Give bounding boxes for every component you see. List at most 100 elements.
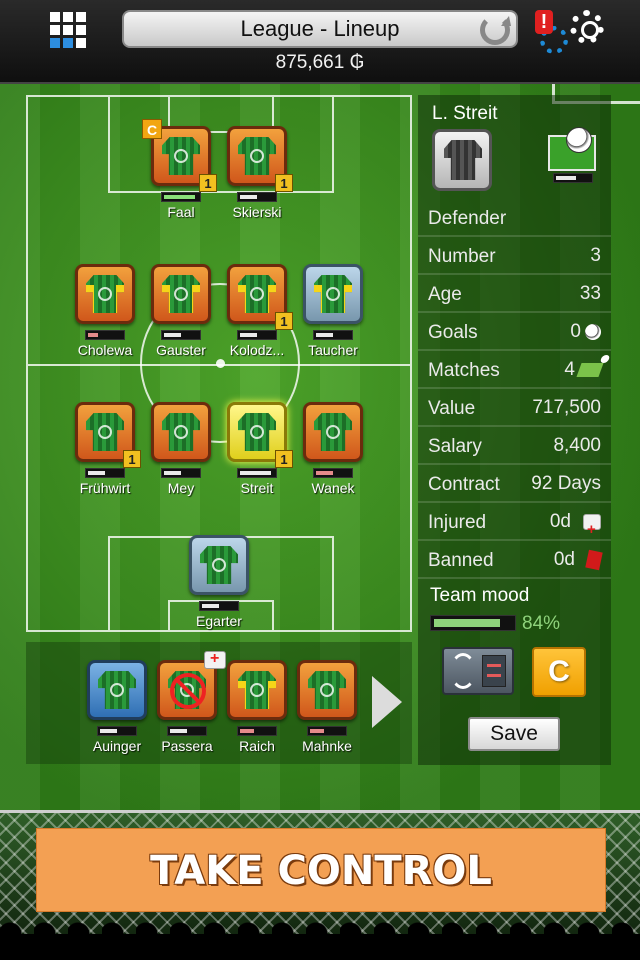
swap-icon <box>450 653 476 689</box>
jersey-icon <box>200 546 238 584</box>
bench-player-mahnke[interactable]: Mahnke <box>292 660 362 754</box>
team-mood-value: 84% <box>522 613 561 634</box>
formation-icon <box>482 655 506 687</box>
stat-value: 92 Days <box>531 473 601 494</box>
player-card-skierski[interactable]: 1 Skierski <box>222 126 293 220</box>
player-card-egarter[interactable]: Egarter <box>184 535 254 629</box>
fitness-bar <box>161 468 201 478</box>
stat-row-contract: Contract 92 Days <box>418 467 611 503</box>
stat-value: 0d <box>553 549 575 570</box>
player-card-mey[interactable]: Mey <box>146 402 216 496</box>
stat-label: Matches <box>428 360 500 381</box>
substitute-swap-button[interactable] <box>442 647 514 695</box>
player-card-cholewa[interactable]: Cholewa <box>70 264 140 358</box>
jersey-icon <box>238 413 276 451</box>
center-spot <box>216 359 225 368</box>
jersey-icon <box>162 137 200 175</box>
player-card-faal[interactable]: C 1 Faal <box>142 119 217 220</box>
fitness-bar <box>167 726 207 736</box>
fitness-bar <box>85 330 125 340</box>
stat-value: 0d <box>549 511 571 532</box>
fitness-bar <box>237 468 277 478</box>
player-name: Taucher <box>308 342 358 358</box>
injured-icon <box>170 673 206 709</box>
screen-title-text: League - Lineup <box>240 16 400 41</box>
ball-icon <box>566 127 592 153</box>
fitness-bar <box>161 330 201 340</box>
bench-player-auinger[interactable]: Auinger <box>82 660 152 754</box>
player-card-streit-selected[interactable]: 1 Streit <box>222 402 293 496</box>
stat-value: 33 <box>579 283 601 304</box>
player-detail-panel: L. Streit Defender Number 3 Age 33 Goals… <box>418 95 611 765</box>
player-name: Egarter <box>196 613 242 629</box>
selected-player-name: L. Streit <box>432 103 498 124</box>
bench-player-passera[interactable]: Passera <box>152 650 226 754</box>
stat-value: 4 <box>564 359 575 380</box>
captain-badge: C <box>142 119 162 139</box>
fitness-bar <box>237 330 277 340</box>
bench-next-arrow-icon[interactable] <box>372 676 402 728</box>
bench-player-raich[interactable]: Raich <box>222 660 292 754</box>
level-badge: 1 <box>275 450 293 468</box>
fitness-bar <box>199 601 239 611</box>
player-name: Gauster <box>156 342 206 358</box>
coin-balance: 875,661 ₲ <box>275 52 365 73</box>
set-captain-button[interactable]: C <box>532 647 586 697</box>
stat-value: 717,500 <box>532 397 601 418</box>
player-name: Mahnke <box>302 738 352 754</box>
player-card-taucher[interactable]: Taucher <box>298 264 368 358</box>
screen-title: League - Lineup <box>122 10 518 48</box>
top-bar: League - Lineup 875,661 ₲ ! <box>0 0 640 84</box>
player-name: Auinger <box>92 738 142 754</box>
jersey-icon <box>238 275 276 313</box>
stat-label: Goals <box>428 322 478 343</box>
player-card-gauster[interactable]: Gauster <box>146 264 216 358</box>
fitness-bar <box>313 330 353 340</box>
jersey-icon <box>238 137 276 175</box>
level-badge: 1 <box>275 312 293 330</box>
penalty-box-top <box>108 97 334 193</box>
player-name: Wanek <box>311 480 355 496</box>
jersey-icon <box>86 413 124 451</box>
stat-row-banned: Banned 0d <box>418 543 611 579</box>
pitch-icon <box>576 363 604 377</box>
stat-label: Injured <box>428 512 487 533</box>
red-card-icon <box>585 549 603 571</box>
jersey-icon <box>308 671 346 709</box>
jersey-icon <box>162 275 200 313</box>
jersey-icon <box>314 275 352 313</box>
training-pitch-icon[interactable] <box>548 127 596 171</box>
player-name: Kolodz... <box>229 342 285 358</box>
fitness-bar <box>237 192 277 202</box>
take-control-button[interactable]: TAKE CONTROL <box>36 828 606 912</box>
player-name: Raich <box>239 738 275 754</box>
stat-label: Banned <box>428 550 494 571</box>
stat-row-goals: Goals 0 <box>418 315 611 351</box>
player-name: Streit <box>240 480 274 496</box>
player-position: Defender <box>418 201 611 237</box>
fitness-bar <box>85 468 125 478</box>
save-button[interactable]: Save <box>468 717 560 751</box>
stat-label: Salary <box>428 436 482 457</box>
player-card-wanek[interactable]: Wanek <box>298 402 368 496</box>
menu-grid-icon[interactable] <box>50 12 90 48</box>
team-mood-label: Team mood <box>430 585 530 606</box>
stat-value: 3 <box>590 245 601 266</box>
jersey-icon <box>238 671 276 709</box>
jersey-icon <box>86 275 124 313</box>
medkit-icon <box>583 512 601 548</box>
player-name: Faal <box>167 204 195 220</box>
stat-row-value: Value 717,500 <box>418 391 611 427</box>
fitness-bar <box>307 726 347 736</box>
stat-row-number: Number 3 <box>418 239 611 275</box>
player-card-fruehwirt[interactable]: 1 Frühwirt <box>70 402 141 496</box>
stat-value: 8,400 <box>553 435 601 456</box>
jersey-icon <box>162 413 200 451</box>
player-card-kolodz[interactable]: 1 Kolodz... <box>222 264 293 358</box>
player-name: Passera <box>161 738 213 754</box>
player-name: Frühwirt <box>79 480 131 496</box>
refresh-icon[interactable] <box>480 15 511 45</box>
player-name: Mey <box>167 480 195 496</box>
settings-gear-icon[interactable] <box>570 10 604 44</box>
stat-row-injured: Injured 0d <box>418 505 611 548</box>
